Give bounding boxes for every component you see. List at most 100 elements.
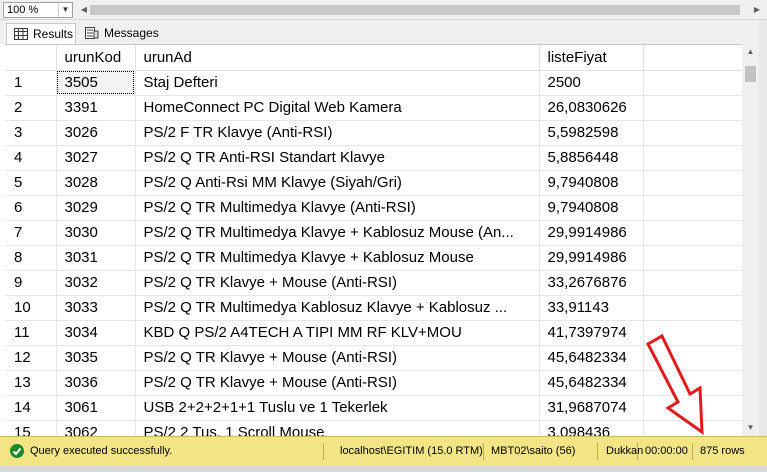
row-number-cell[interactable]: 2 (5, 95, 57, 121)
scroll-right-icon[interactable]: ▶ (751, 3, 763, 17)
table-row[interactable]: 15 3062 PS/2 2 Tus, 1 Scroll Mouse 3,098436 (5, 420, 742, 437)
column-header-urunkod[interactable]: urunKod (56, 45, 136, 71)
urunad-cell[interactable]: PS/2 Q Anti-Rsi MM Klavye (Siyah/Gri) (135, 170, 540, 196)
empty-cell (643, 195, 742, 221)
empty-cell (643, 220, 742, 246)
table-row[interactable]: 1 3505 Staj Defteri 2500 (5, 70, 742, 96)
urunkod-cell[interactable]: 3031 (56, 245, 136, 271)
urunad-cell[interactable]: PS/2 Q TR Anti-RSI Standart Klavye (135, 145, 540, 171)
urunad-cell[interactable]: PS/2 Q TR Multimedya Klavye + Kablosuz M… (135, 220, 540, 246)
urunkod-cell[interactable]: 3028 (56, 170, 136, 196)
zoom-select[interactable]: 100 % ▼ (3, 2, 73, 18)
scroll-thumb[interactable] (90, 5, 740, 15)
row-number-cell[interactable]: 15 (5, 420, 57, 437)
urunad-cell[interactable]: PS/2 Q TR Multimedya Klavye (Anti-RSI) (135, 195, 540, 221)
urunkod-cell[interactable]: 3505 (56, 70, 136, 96)
urunkod-cell[interactable]: 3034 (56, 320, 136, 346)
tab-messages[interactable]: Messages (78, 23, 159, 44)
scroll-down-icon[interactable]: ▼ (742, 420, 759, 436)
row-number-cell[interactable]: 5 (5, 170, 57, 196)
urunad-cell[interactable]: PS/2 2 Tus, 1 Scroll Mouse (135, 420, 540, 437)
table-row[interactable]: 10 3033 PS/2 Q TR Multimedya Kablosuz Klav… (5, 295, 742, 321)
urunad-cell[interactable]: PS/2 Q TR Klavye + Mouse (Anti-RSI) (135, 370, 540, 396)
listefiyat-cell[interactable]: 9,7940808 (539, 195, 644, 221)
vertical-scrollbar[interactable]: ▲ ▼ (742, 44, 759, 436)
row-number-cell[interactable]: 14 (5, 395, 57, 421)
urunkod-cell[interactable]: 3027 (56, 145, 136, 171)
urunad-cell[interactable]: PS/2 Q TR Klavye + Mouse (Anti-RSI) (135, 270, 540, 296)
listefiyat-cell[interactable]: 5,5982598 (539, 120, 644, 146)
listefiyat-cell[interactable]: 29,9914986 (539, 245, 644, 271)
urunad-cell[interactable]: Staj Defteri (135, 70, 540, 96)
row-number-header[interactable] (5, 45, 57, 71)
row-number-cell[interactable]: 13 (5, 370, 57, 396)
urunad-cell[interactable]: PS/2 F TR Klavye (Anti-RSI) (135, 120, 540, 146)
urunad-cell[interactable]: USB 2+2+2+1+1 Tuslu ve 1 Tekerlek (135, 395, 540, 421)
row-number-cell[interactable]: 7 (5, 220, 57, 246)
column-header-listefiyat[interactable]: listeFiyat (539, 45, 644, 71)
listefiyat-cell[interactable]: 2500 (539, 70, 644, 96)
urunad-cell[interactable]: PS/2 Q TR Klavye + Mouse (Anti-RSI) (135, 345, 540, 371)
urunkod-cell[interactable]: 3062 (56, 420, 136, 437)
listefiyat-cell[interactable]: 45,6482334 (539, 370, 644, 396)
table-row[interactable]: 13 3036 PS/2 Q TR Klavye + Mouse (Anti-RSI… (5, 370, 742, 396)
table-row[interactable]: 3 3026 PS/2 F TR Klavye (Anti-RSI) 5,598259… (5, 120, 742, 146)
column-header-urunad[interactable]: urunAd (135, 45, 540, 71)
listefiyat-cell[interactable]: 45,6482334 (539, 345, 644, 371)
vertical-scroll-thumb[interactable] (745, 66, 756, 82)
table-row[interactable]: 8 3031 PS/2 Q TR Multimedya Klavye + Kablo… (5, 245, 742, 271)
listefiyat-cell[interactable]: 9,7940808 (539, 170, 644, 196)
urunad-cell[interactable]: HomeConnect PC Digital Web Kamera (135, 95, 540, 121)
urunkod-cell[interactable]: 3036 (56, 370, 136, 396)
red-arrow-annotation (646, 333, 704, 435)
empty-header (643, 45, 742, 71)
urunad-cell[interactable]: PS/2 Q TR Multimedya Kablosuz Klavye + K… (135, 295, 540, 321)
row-number-cell[interactable]: 3 (5, 120, 57, 146)
listefiyat-cell[interactable]: 3,098436 (539, 420, 644, 437)
scroll-left-icon[interactable]: ◀ (78, 3, 90, 17)
row-number-cell[interactable]: 1 (5, 70, 57, 96)
table-row[interactable]: 4 3027 PS/2 Q TR Anti-RSI Standart Klavye 5… (5, 145, 742, 171)
results-toolbar: 100 % ▼ ◀ ▶ (0, 0, 767, 20)
table-row[interactable]: 6 3029 PS/2 Q TR Multimedya Klavye (Anti-R… (5, 195, 742, 221)
row-number-cell[interactable]: 8 (5, 245, 57, 271)
table-row[interactable]: 9 3032 PS/2 Q TR Klavye + Mouse (Anti-RSI)… (5, 270, 742, 296)
urunkod-cell[interactable]: 3061 (56, 395, 136, 421)
row-number-cell[interactable]: 9 (5, 270, 57, 296)
urunkod-cell[interactable]: 3029 (56, 195, 136, 221)
urunad-cell[interactable]: PS/2 Q TR Multimedya Klavye + Kablosuz M… (135, 245, 540, 271)
results-grid[interactable]: urunKod urunAd listeFiyat 1 3505 Staj Deft… (5, 44, 742, 437)
row-number-cell[interactable]: 11 (5, 320, 57, 346)
chevron-down-icon: ▼ (58, 3, 72, 17)
listefiyat-cell[interactable]: 41,7397974 (539, 320, 644, 346)
table-row[interactable]: 5 3028 PS/2 Q Anti-Rsi MM Klavye (Siyah/Gr… (5, 170, 742, 196)
table-row[interactable]: 12 3035 PS/2 Q TR Klavye + Mouse (Anti-RSI… (5, 345, 742, 371)
table-row[interactable]: 7 3030 PS/2 Q TR Multimedya Klavye + Kablo… (5, 220, 742, 246)
listefiyat-cell[interactable]: 33,2676876 (539, 270, 644, 296)
horizontal-scrollbar[interactable]: ◀ ▶ (78, 3, 763, 17)
row-number-cell[interactable]: 4 (5, 145, 57, 171)
listefiyat-cell[interactable]: 26,0830626 (539, 95, 644, 121)
listefiyat-cell[interactable]: 5,8856448 (539, 145, 644, 171)
status-rowcount: 875 rows (700, 445, 745, 457)
success-check-icon (10, 444, 24, 458)
scroll-up-icon[interactable]: ▲ (742, 44, 759, 60)
row-number-cell[interactable]: 6 (5, 195, 57, 221)
urunkod-cell[interactable]: 3032 (56, 270, 136, 296)
listefiyat-cell[interactable]: 33,91143 (539, 295, 644, 321)
urunkod-cell[interactable]: 3391 (56, 95, 136, 121)
urunkod-cell[interactable]: 3035 (56, 345, 136, 371)
window-bottom-edge (0, 466, 767, 472)
urunkod-cell[interactable]: 3033 (56, 295, 136, 321)
table-row[interactable]: 11 3034 KBD Q PS/2 A4TECH A TIPI MM RF KLV… (5, 320, 742, 346)
row-number-cell[interactable]: 10 (5, 295, 57, 321)
urunkod-cell[interactable]: 3026 (56, 120, 136, 146)
urunkod-cell[interactable]: 3030 (56, 220, 136, 246)
listefiyat-cell[interactable]: 31,9687074 (539, 395, 644, 421)
table-row[interactable]: 2 3391 HomeConnect PC Digital Web Kamera 26… (5, 95, 742, 121)
urunad-cell[interactable]: KBD Q PS/2 A4TECH A TIPI MM RF KLV+MOU (135, 320, 540, 346)
tab-results[interactable]: Results (6, 23, 76, 44)
row-number-cell[interactable]: 12 (5, 345, 57, 371)
table-row[interactable]: 14 3061 USB 2+2+2+1+1 Tuslu ve 1 Tekerlek 3… (5, 395, 742, 421)
listefiyat-cell[interactable]: 29,9914986 (539, 220, 644, 246)
